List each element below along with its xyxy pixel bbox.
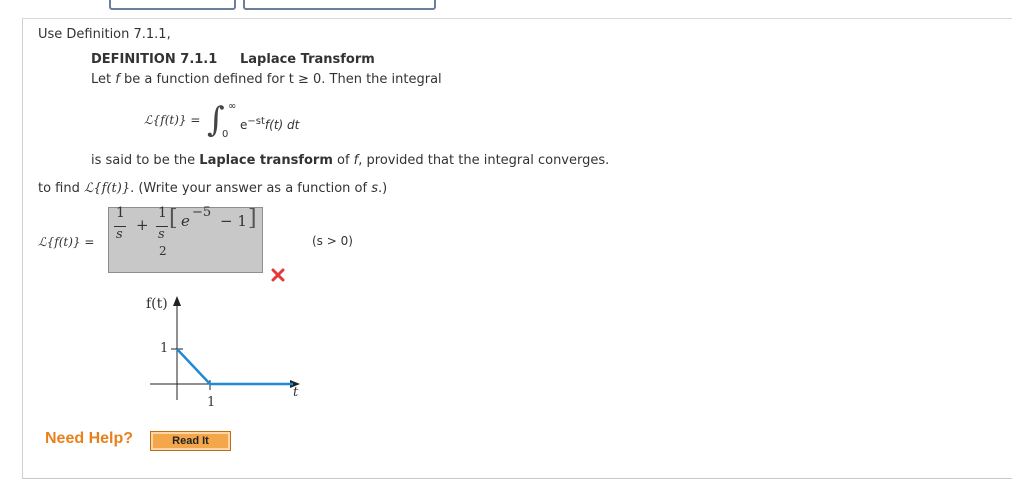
answer-lhs: ℒ{f(t)} = bbox=[38, 235, 95, 249]
task-pre: to find bbox=[38, 181, 84, 196]
answer-condition: (s > 0) bbox=[312, 234, 353, 248]
graph-xtick-label: 1 bbox=[207, 395, 216, 410]
definition-line2-bold: Laplace transform bbox=[199, 153, 333, 168]
need-help-label: Need Help? bbox=[45, 430, 134, 447]
integral-lower-limit: 0 bbox=[222, 129, 229, 140]
frac1-numerator: 1 bbox=[116, 205, 125, 221]
formula-lhs-text: ℒ{f(t)} = bbox=[144, 113, 201, 127]
task-var: s bbox=[371, 181, 378, 196]
incorrect-x-icon bbox=[271, 268, 285, 282]
definition-title: Laplace Transform bbox=[240, 52, 375, 67]
read-it-button[interactable]: Read It bbox=[150, 431, 231, 451]
definition-line2: is said to be the Laplace transform of f… bbox=[91, 153, 609, 168]
task-expr: ℒ{f(t)} bbox=[84, 181, 131, 196]
formula-integrand: e−stf(t) dt bbox=[240, 116, 299, 132]
integrand-tail: f(t) dt bbox=[264, 118, 300, 132]
graph-ylabel: f(t) bbox=[146, 296, 168, 312]
graph-xlabel: t bbox=[293, 385, 299, 400]
frac2-denominator-top: s bbox=[158, 227, 165, 242]
answer-base-e: e bbox=[181, 212, 190, 230]
integrand-exponent: −st bbox=[247, 116, 265, 127]
task-text: to find ℒ{f(t)}. (Write your answer as a… bbox=[38, 181, 387, 196]
frac2-denominator-bottom: 2 bbox=[159, 244, 167, 258]
top-tab-box-left bbox=[109, 0, 236, 10]
answer-input-box[interactable]: 1 s + 1 s 2 [ e −5 − 1 ] bbox=[108, 205, 263, 273]
integral-upper-limit: ∞ bbox=[228, 101, 237, 112]
bracket-open: [ bbox=[169, 206, 178, 231]
definition-line1-pre: Let bbox=[91, 72, 116, 87]
task-post: . (Write your answer as a function of bbox=[130, 181, 372, 196]
frac1-denominator: s bbox=[116, 227, 123, 242]
frac2-numerator: 1 bbox=[158, 205, 167, 221]
definition-line2-pre: is said to be the bbox=[91, 153, 200, 168]
intro-text: Use Definition 7.1.1, bbox=[38, 27, 171, 42]
bracket-close: ] bbox=[248, 206, 257, 231]
answer-exponent: −5 bbox=[192, 205, 212, 220]
task-end: .) bbox=[377, 181, 388, 196]
graph-ytick-label: 1 bbox=[160, 341, 169, 356]
top-tab-box-right bbox=[243, 0, 436, 10]
definition-line1: Let f be a function defined for t ≥ 0. T… bbox=[91, 72, 442, 87]
y-axis-arrow bbox=[173, 296, 181, 306]
plus-sign: + bbox=[136, 216, 149, 234]
definition-number: DEFINITION 7.1.1 bbox=[91, 52, 218, 67]
definition-line2-post: , provided that the integral converges. bbox=[358, 153, 610, 168]
function-line bbox=[176, 348, 293, 386]
formula-lhs: ℒ{f(t)} = bbox=[144, 113, 200, 127]
definition-line2-mid: of bbox=[332, 153, 354, 168]
definition-line1-post: be a function defined for t ≥ 0. Then th… bbox=[119, 72, 442, 87]
answer-minus-one: − 1 bbox=[220, 212, 247, 230]
